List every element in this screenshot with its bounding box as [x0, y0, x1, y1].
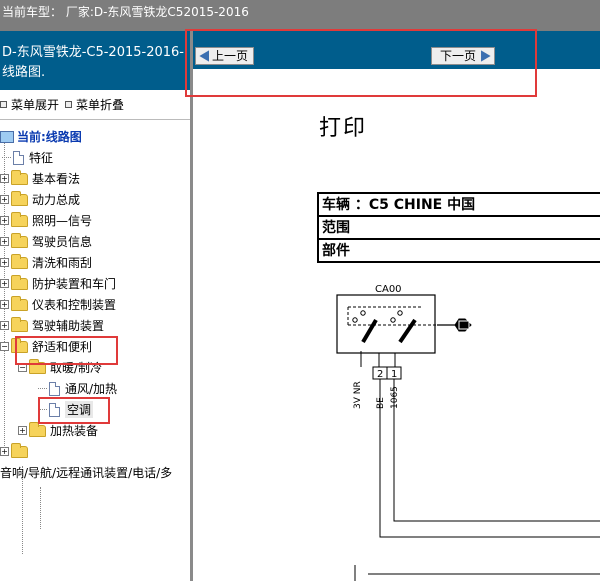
wire-spec-label: 3V NR	[353, 381, 363, 409]
tree-item-comfort[interactable]: − 舒适和便利	[0, 336, 190, 357]
expand-plus-icon[interactable]: +	[0, 216, 9, 225]
tree-item-label: 照明—信号	[32, 214, 93, 228]
tree-item-lighting[interactable]: + 照明—信号	[0, 210, 190, 231]
tree-item-heating-cooling[interactable]: − 取暖/制冷	[0, 357, 190, 378]
tree-item-label: 驾驶员信息	[32, 235, 93, 249]
menu-expand-label: 菜单展开	[11, 98, 60, 112]
tree-guide-line	[40, 487, 41, 529]
folder-icon	[11, 232, 28, 248]
document-icon	[49, 381, 60, 396]
category-tree: 当前:线路图 特征 + 基本看法 + 动力总成 + 照明—信号 + 驾驶员信息	[0, 120, 190, 554]
wire-color-label: BE	[376, 397, 386, 409]
collapse-icon	[65, 101, 73, 108]
switch-blade	[361, 318, 378, 344]
tree-connector	[2, 157, 11, 158]
tree-item-ventilation[interactable]: 通风/加热	[0, 378, 190, 399]
expand-plus-icon[interactable]: +	[0, 279, 9, 288]
expand-icon	[0, 101, 7, 108]
folder-open-icon	[11, 337, 28, 353]
menu-collapse-button[interactable]: 菜单折叠	[65, 96, 124, 113]
tree-item-label: 防护装置和车门	[32, 277, 117, 291]
pin-2-label: 2	[377, 369, 383, 380]
component-id-label: CA00	[375, 284, 402, 295]
tree-root-label: 当前:线路图	[17, 130, 82, 144]
tree-item-protection-doors[interactable]: + 防护装置和车门	[0, 273, 190, 294]
folder-icon	[11, 169, 28, 185]
menu-tree-panel: D-东风雪铁龙-C5-2015-2016- 线路图. 菜单展开 菜单折叠 当前:…	[0, 31, 190, 581]
tree-item-label: 动力总成	[32, 193, 81, 207]
expand-plus-icon[interactable]: +	[0, 300, 9, 309]
contact-point	[397, 310, 403, 316]
tree-item-collapsed-folder[interactable]: +	[0, 441, 190, 462]
collapse-minus-icon[interactable]: −	[0, 342, 9, 351]
expand-plus-icon[interactable]: +	[0, 195, 9, 204]
tree-item-audio-nav[interactable]: 音响/导航/远程通讯装置/电话/多	[0, 462, 190, 483]
folder-icon	[11, 295, 28, 311]
expand-plus-icon[interactable]: +	[0, 258, 9, 267]
tree-item-washer-wiper[interactable]: + 清洗和雨刮	[0, 252, 190, 273]
tree-item-label: 取暖/制冷	[50, 361, 103, 375]
computer-icon	[0, 130, 14, 143]
wire-number-label: 1065	[390, 386, 400, 409]
folder-open-icon	[29, 358, 46, 374]
expand-plus-icon[interactable]: +	[18, 426, 27, 435]
tree-connector	[38, 409, 47, 410]
tree-item-label: 基本看法	[32, 172, 81, 186]
folder-icon	[11, 190, 28, 206]
document-icon	[49, 402, 60, 417]
pin-1-label: 1	[391, 369, 397, 380]
contact-point	[390, 317, 396, 323]
folder-icon	[11, 442, 28, 458]
tree-item-label: 加热装备	[50, 424, 99, 438]
collapse-minus-icon[interactable]: −	[18, 363, 27, 372]
tree-item-label: 驾驶辅助装置	[32, 319, 105, 333]
contact-point	[352, 317, 358, 323]
tree-root[interactable]: 当前:线路图	[0, 126, 190, 147]
tree-connector	[38, 388, 47, 389]
tree-item-basics[interactable]: + 基本看法	[0, 168, 190, 189]
vehicle-info-text: 当前车型： 厂家:D-东风雪铁龙C52015-2016	[2, 5, 249, 19]
menu-expand-button[interactable]: 菜单展开	[0, 96, 59, 113]
vehicle-info-bar: 当前车型： 厂家:D-东风雪铁龙C52015-2016	[0, 0, 600, 31]
tree-item-powertrain[interactable]: + 动力总成	[0, 189, 190, 210]
document-icon	[13, 150, 24, 165]
tree-item-label: 舒适和便利	[32, 340, 93, 354]
tree-item-features[interactable]: 特征	[0, 147, 190, 168]
folder-icon	[11, 253, 28, 269]
tree-item-driver-info[interactable]: + 驾驶员信息	[0, 231, 190, 252]
tree-item-label: 仪表和控制装置	[32, 298, 117, 312]
tree-item-driving-assist[interactable]: + 驾驶辅助装置	[0, 315, 190, 336]
expand-plus-icon[interactable]: +	[0, 447, 9, 456]
tree-item-label: 特征	[29, 151, 54, 165]
wiring-diagram: CA00 2 1 3V NR BE 1065	[336, 284, 600, 581]
contact-point	[360, 310, 366, 316]
switch-blade	[398, 318, 417, 344]
tree-item-instruments[interactable]: + 仪表和控制装置	[0, 294, 190, 315]
tree-item-label: 通风/加热	[65, 382, 118, 396]
tree-item-heating-equipment[interactable]: + 加热装备	[0, 420, 190, 441]
menu-collapse-label: 菜单折叠	[76, 98, 125, 112]
expand-plus-icon[interactable]: +	[0, 321, 9, 330]
document-panel: 上一页 下一页 打印 车辆 ：C5 CHINE 中国 范围 部件 CA00 2 …	[190, 31, 600, 581]
folder-icon	[11, 316, 28, 332]
folder-icon	[11, 274, 28, 290]
tree-item-air-conditioning[interactable]: 空调	[0, 399, 190, 420]
wire-trace	[393, 379, 600, 522]
folder-icon	[11, 211, 28, 227]
folder-icon	[29, 421, 46, 437]
menu-ops-bar: 菜单展开 菜单折叠	[0, 90, 190, 120]
expand-plus-icon[interactable]: +	[0, 237, 9, 246]
switch-outline	[336, 294, 436, 354]
wire-trace	[379, 379, 600, 538]
tree-item-label: 空调	[65, 401, 94, 418]
panel-title: D-东风雪铁龙-C5-2015-2016- 线路图.	[0, 31, 190, 90]
tree-item-label: 音响/导航/远程通讯装置/电话/多	[0, 466, 173, 480]
expand-plus-icon[interactable]: +	[0, 174, 9, 183]
tree-item-label: 清洗和雨刮	[32, 256, 93, 270]
